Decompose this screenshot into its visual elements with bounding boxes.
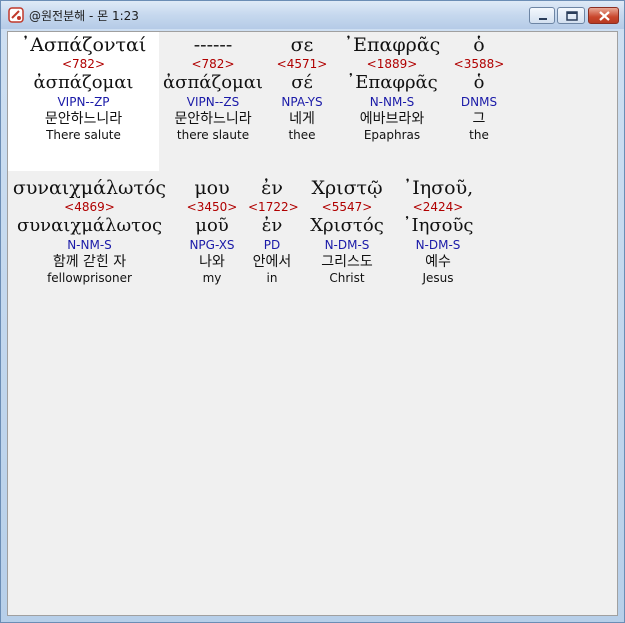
parsing-code: N-NM-S xyxy=(369,95,415,109)
strong-number[interactable]: <3450> xyxy=(176,199,248,215)
lemma-word: ᾽Επαφρᾶς xyxy=(346,72,438,93)
lemma-word: σέ xyxy=(291,72,313,93)
strong-number[interactable]: <4869> xyxy=(8,199,171,215)
korean-gloss: 함께 갇힌 자 xyxy=(52,254,127,270)
strong-number[interactable]: <782> xyxy=(161,56,265,72)
greek-word: ᾽Επαφρᾶς xyxy=(343,34,441,56)
english-gloss: There salute xyxy=(46,128,121,142)
maximize-button[interactable] xyxy=(557,7,585,24)
lemma-word: ᾽Ιησοῦς xyxy=(402,215,474,236)
app-logo-icon xyxy=(8,7,24,23)
close-icon xyxy=(599,11,610,21)
parsing-code: N-NM-S xyxy=(67,238,112,252)
strong-number[interactable]: <1889> xyxy=(338,56,446,72)
word-block[interactable]: ᾽Επαφρᾶς <1889> ᾽Επαφρᾶς N-NM-S 에바브라와 Ep… xyxy=(338,34,446,143)
close-button[interactable] xyxy=(588,7,619,24)
greek-word: ᾽Ασπάζονταί xyxy=(20,34,147,56)
lemma-word: μοῦ xyxy=(195,215,229,236)
korean-gloss: 문안하느니라 xyxy=(174,111,252,127)
korean-gloss: 안에서 xyxy=(252,254,292,270)
parsing-code: DNMS xyxy=(460,95,498,109)
word-block[interactable]: ἐν <1722> ἐν PD 안에서 in xyxy=(248,177,299,286)
greek-word: Χριστῷ xyxy=(311,177,383,199)
window-title: @원전분해 - 몬 1:23 xyxy=(29,9,139,23)
english-gloss: in xyxy=(266,271,278,285)
minimize-button[interactable] xyxy=(529,7,555,24)
strong-number[interactable]: <782> xyxy=(8,56,159,72)
korean-gloss: 에바브라와 xyxy=(359,111,425,127)
parsing-code: VIPN--ZP xyxy=(57,95,110,109)
parsing-code: PD xyxy=(263,238,281,252)
lemma-word: ἀσπάζομαι xyxy=(33,72,134,93)
english-gloss: there slaute xyxy=(176,128,250,142)
english-gloss: Epaphras xyxy=(363,128,421,142)
minimize-icon xyxy=(539,18,547,20)
word-block[interactable]: Χριστῷ <5547> Χριστός N-DM-S 그리스도 Christ xyxy=(302,177,392,286)
english-gloss: thee xyxy=(288,128,316,142)
lemma-word: ἀσπάζομαι xyxy=(163,72,263,93)
maximize-icon xyxy=(566,11,578,21)
greek-word: μου xyxy=(194,177,230,199)
word-block[interactable]: ᾽Ασπάζονταί <782> ἀσπάζομαι VIPN--ZP 문안하… xyxy=(8,34,159,143)
english-gloss: Jesus xyxy=(422,271,454,285)
english-gloss: the xyxy=(469,128,489,142)
korean-gloss: 그리스도 xyxy=(321,254,373,270)
english-gloss: fellowprisoner xyxy=(47,271,132,285)
word-block[interactable]: σε <4571> σέ NPA-YS 네게 thee xyxy=(268,34,336,143)
lemma-word: ὁ xyxy=(473,72,485,93)
app-window: @원전분해 - 몬 1:23 ᾽Ασπάζονταί <782> ἀσπάζομ… xyxy=(0,0,625,623)
greek-word: συναιχμάλωτός xyxy=(12,177,167,199)
greek-word: ὁ xyxy=(473,34,485,56)
strong-number[interactable]: <2424> xyxy=(396,199,480,215)
greek-word: ᾽Ιησοῦ, xyxy=(402,177,474,199)
word-block[interactable]: ᾽Ιησοῦ, <2424> ᾽Ιησοῦς N-DM-S 예수 Jesus xyxy=(396,177,480,286)
korean-gloss: 네게 xyxy=(289,111,315,127)
strong-number[interactable]: <5547> xyxy=(302,199,392,215)
parsing-code: NPA-YS xyxy=(281,95,323,109)
lemma-word: Χριστός xyxy=(310,215,384,236)
korean-gloss: 나와 xyxy=(199,254,225,270)
strong-number[interactable]: <4571> xyxy=(268,56,336,72)
interlinear-view[interactable]: ᾽Ασπάζονταί <782> ἀσπάζομαι VIPN--ZP 문안하… xyxy=(7,31,618,616)
word-block[interactable]: ------ <782> ἀσπάζομαι VIPN--ZS 문안하느니라 t… xyxy=(161,34,265,143)
parsing-code: NPG-XS xyxy=(189,238,235,252)
parsing-code: N-DM-S xyxy=(324,238,370,252)
strong-number[interactable]: <1722> xyxy=(248,199,299,215)
korean-gloss: 그 xyxy=(472,111,486,127)
korean-gloss: 예수 xyxy=(425,254,451,270)
strong-number[interactable]: <3588> xyxy=(450,56,508,72)
greek-word: ------ xyxy=(193,34,233,56)
word-block[interactable]: συναιχμάλωτός <4869> συναιχμάλωτος N-NM-… xyxy=(8,177,171,286)
lemma-word: συναιχμάλωτος xyxy=(16,215,163,236)
greek-word: σε xyxy=(290,34,314,56)
title-bar[interactable]: @원전분해 - 몬 1:23 xyxy=(1,1,624,29)
parsing-code: N-DM-S xyxy=(415,238,461,252)
lemma-word: ἐν xyxy=(261,215,283,236)
word-block[interactable]: μου <3450> μοῦ NPG-XS 나와 my xyxy=(176,177,248,286)
greek-word: ἐν xyxy=(261,177,283,199)
english-gloss: my xyxy=(202,271,222,285)
english-gloss: Christ xyxy=(329,271,365,285)
korean-gloss: 문안하느니라 xyxy=(44,111,123,127)
parsing-code: VIPN--ZS xyxy=(186,95,240,109)
word-block[interactable]: ὁ <3588> ὁ DNMS 그 the xyxy=(450,34,508,143)
